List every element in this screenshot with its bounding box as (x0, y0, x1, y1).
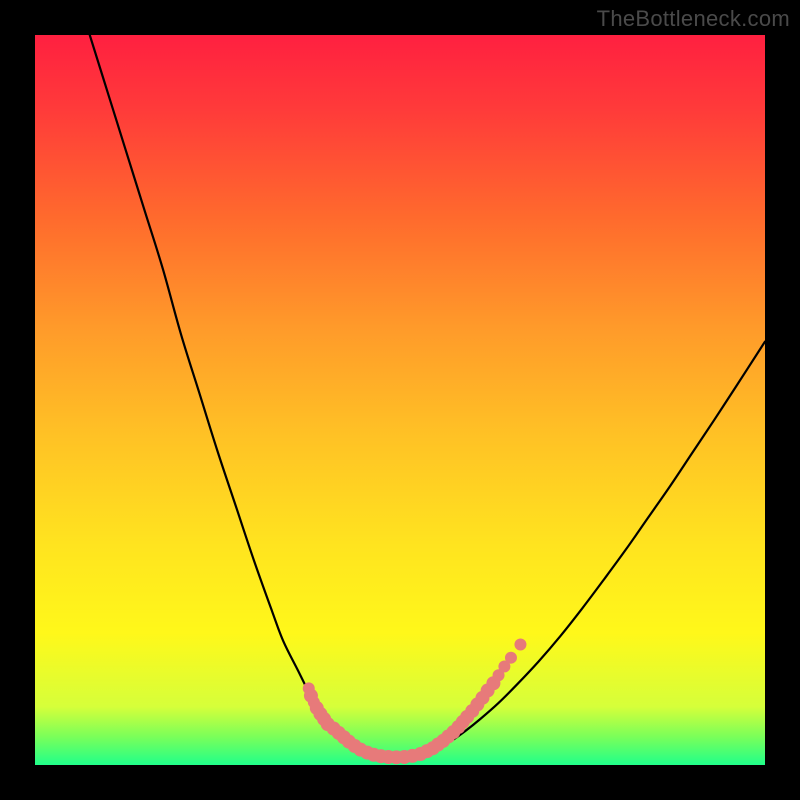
watermark-text: TheBottleneck.com (597, 6, 790, 32)
data-point (505, 652, 517, 664)
curve-layer (35, 35, 765, 765)
data-point (514, 639, 526, 651)
bottleneck-curve (90, 35, 765, 758)
plot-area (35, 35, 765, 765)
chart-frame: TheBottleneck.com (0, 0, 800, 800)
